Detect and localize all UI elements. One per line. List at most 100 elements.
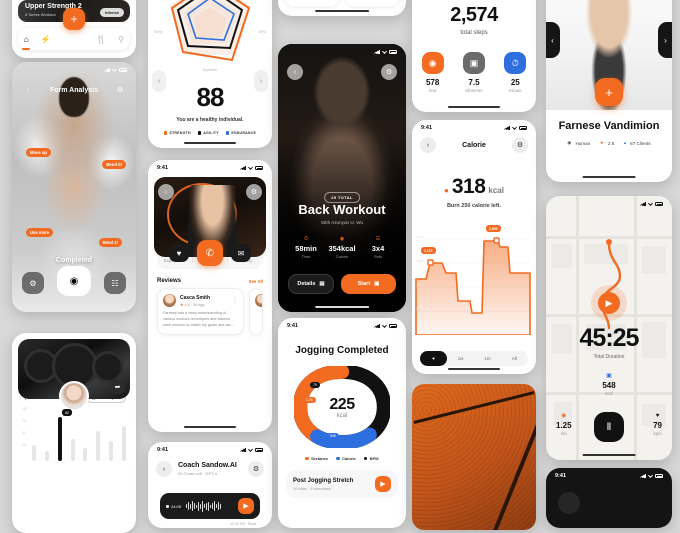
settings-control-icon[interactable]: ⚙ (22, 272, 44, 294)
prev-icon[interactable]: ‹ (546, 22, 560, 58)
back-icon[interactable]: ‹ (420, 137, 436, 153)
nav-bar: ‹ Form Analysis ⚙ (12, 78, 136, 102)
segment-all[interactable]: All (501, 356, 528, 361)
clock-icon: ⏱ (504, 52, 527, 74)
duration-label: Total Duration (593, 354, 625, 360)
message-icon[interactable]: ✉ (231, 244, 251, 262)
post-stretch-play-icon[interactable]: ▶ (375, 476, 391, 492)
back-icon[interactable]: ‹ (287, 64, 303, 80)
gear-icon[interactable]: ⚙ (246, 184, 262, 200)
workout-intensity-badge[interactable]: Intense (99, 8, 124, 17)
trainer-name: Farnese Vandimion (558, 120, 660, 132)
review-body: Farnese has a deep understanding of vari… (163, 311, 234, 327)
add-trainer-button[interactable]: + (595, 78, 623, 106)
page-title: Jogging Completed (295, 345, 389, 356)
post-stretch-title: Post Jogging Stretch (293, 477, 354, 484)
capture-button[interactable]: ◉ (57, 266, 91, 296)
stat-bpm: ♥ 79 bpm (653, 413, 662, 436)
bar[interactable] (96, 431, 101, 461)
share-icon[interactable]: ➦ (110, 379, 125, 394)
radar-chart: Sleep BPM Hydration (148, 0, 272, 72)
bar[interactable] (44, 451, 49, 461)
post-stretch-sub: 10 Mins · 6 exercises (293, 485, 331, 491)
home-indicator (183, 425, 237, 428)
radar-svg (169, 0, 251, 62)
info-icon: ▤ (319, 281, 325, 287)
bar[interactable] (109, 441, 114, 461)
calorie-area-chart: 2,000 1,500 1,000 500 1,175 1,830 (412, 217, 536, 336)
pause-button[interactable]: Ⅱ (594, 412, 624, 442)
signal-icon (640, 474, 646, 478)
gear-icon[interactable]: ⚙ (248, 461, 264, 477)
stats-control-icon[interactable]: ☷ (104, 272, 126, 294)
home-indicator (315, 305, 369, 308)
add-button[interactable]: + (63, 8, 85, 30)
tab-profile[interactable]: ⚲ (118, 35, 124, 44)
status-icons (240, 448, 263, 452)
legend-swatch (197, 131, 202, 135)
gear-icon[interactable]: ⚙ (111, 82, 128, 98)
bar[interactable] (32, 445, 36, 461)
back-icon[interactable]: ‹ (20, 82, 36, 98)
gear-icon[interactable]: ⚙ (381, 64, 397, 80)
metric-kcal[interactable]: ◉ 578 kcal (421, 52, 444, 93)
voice-message-bubble[interactable]: 24:05 ▶ (160, 493, 260, 519)
coach-meta: 20 Chats Left · GPT-4 (178, 470, 217, 476)
calorie-value: 318 (451, 175, 486, 198)
form-tag-3[interactable]: Use more (26, 228, 54, 237)
heart-rate-card[interactable]: 95 bpm (345, 0, 399, 6)
start-button[interactable]: Start ▣ (341, 274, 396, 294)
back-icon[interactable]: ‹ (156, 461, 172, 477)
see-all-link[interactable]: See All (249, 279, 263, 284)
voice-timestamp: 10:22 PM · Read (230, 522, 256, 526)
bar-selected[interactable] (57, 417, 62, 461)
card-user-profile: ➦ Makise Kurisu✨ \u2689 Tokyo, Japan · B… (12, 333, 136, 533)
legend-swatch (305, 456, 309, 461)
next-icon[interactable]: › (254, 70, 268, 92)
next-icon[interactable]: › (658, 22, 672, 58)
metric-minute[interactable]: ⏱ 25 minute (504, 52, 527, 93)
blood-pressure-card[interactable]: 112 mmHg (285, 0, 339, 6)
stat-distance: ◉ 1.25 km (556, 413, 572, 436)
card-basketball-image (412, 384, 536, 530)
segment-1m[interactable]: 1m (474, 356, 501, 361)
call-icon[interactable]: ✆ (197, 240, 223, 266)
meta-clients: 87 Clients (630, 140, 651, 146)
status-icons (374, 324, 397, 328)
data-label-1: 1,175 (421, 247, 436, 254)
gear-icon[interactable]: ⚙ (511, 137, 528, 153)
area-chart-svg (415, 237, 531, 336)
more-options-icon[interactable]: ⋮ (232, 297, 238, 304)
bar[interactable] (121, 426, 126, 461)
form-tag-4[interactable]: Bend 2! (98, 238, 122, 247)
review-card-next[interactable] (249, 288, 263, 335)
legend-swatch (225, 131, 230, 135)
legend-swatch (163, 131, 168, 135)
form-tag-1[interactable]: Move up (26, 148, 51, 157)
sets-icon: ☲ (375, 236, 381, 242)
back-icon[interactable]: ‹ (158, 184, 174, 200)
battery-icon (389, 324, 397, 328)
bar[interactable] (83, 448, 88, 461)
tab-activity[interactable]: ⚡ (41, 35, 51, 44)
favorite-icon[interactable]: ♥ (169, 244, 189, 262)
current-position-marker[interactable]: ▶ (598, 292, 620, 314)
status-time: 9:41 (287, 323, 299, 329)
wifi-icon (248, 166, 253, 170)
status-time: 9:41 (157, 165, 169, 171)
calorie-value-row: ● 318 kcal (412, 175, 536, 199)
segment-favorite[interactable]: ♥ (420, 351, 447, 366)
review-card[interactable]: Casca Smith ★ 4.5 · 3d ago ⋮ Farnese has… (157, 288, 244, 335)
tab-home[interactable]: ⌂ (24, 35, 29, 44)
bar[interactable] (70, 439, 75, 461)
form-tag-2[interactable]: Bend it! (102, 160, 126, 169)
details-button[interactable]: Details ▤ (288, 274, 334, 294)
segment-1w[interactable]: 1w (447, 356, 474, 361)
legend-bpm: BPM (363, 456, 379, 461)
signal-icon (504, 126, 510, 130)
prev-icon[interactable]: ‹ (152, 70, 166, 92)
tab-nutrition[interactable]: 🍴 (96, 35, 106, 44)
post-stretch-card[interactable]: Post Jogging Stretch 10 Mins · 6 exercis… (286, 470, 398, 498)
play-voice-icon[interactable]: ▶ (238, 498, 254, 514)
metric-kilometer[interactable]: ▣ 7.5 kilometer (462, 52, 485, 93)
